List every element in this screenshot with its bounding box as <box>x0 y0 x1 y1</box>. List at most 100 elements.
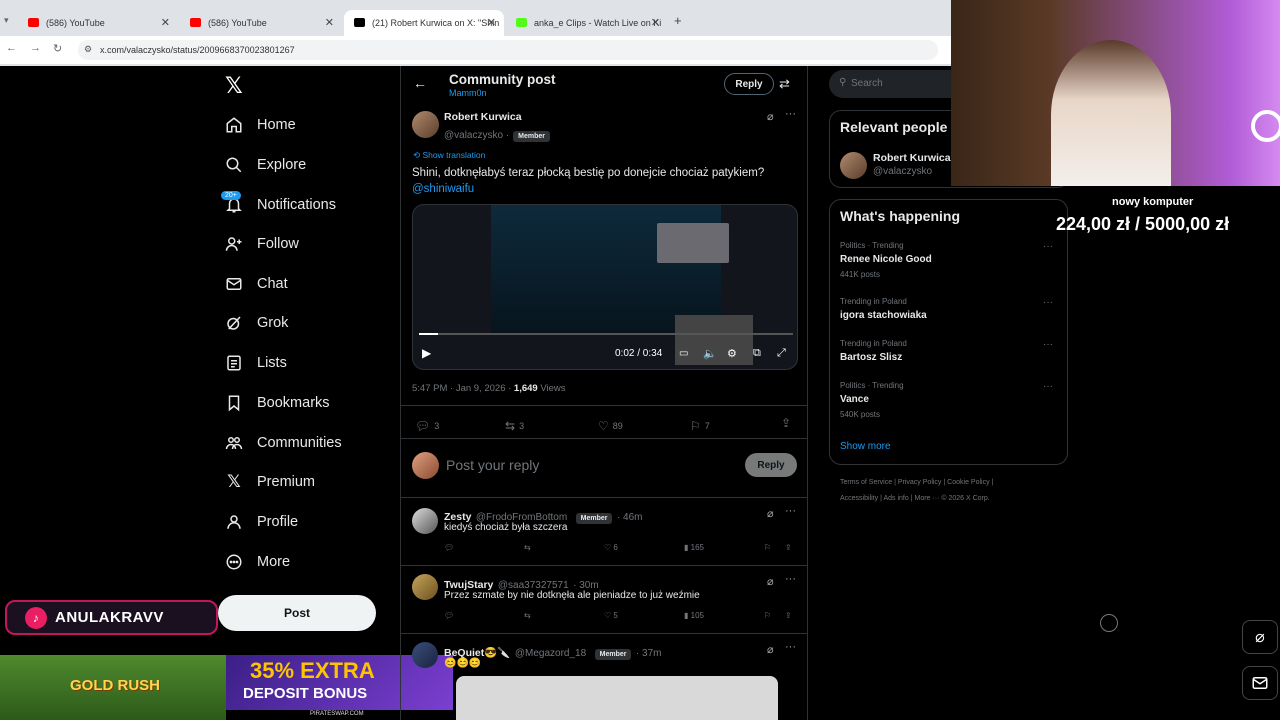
sidebar-item-premium[interactable]: 𝕏 Premium <box>224 467 315 497</box>
grok-icon[interactable]: ⌀ <box>767 643 774 656</box>
play-icon[interactable]: ▶ <box>422 346 431 360</box>
reply-image[interactable] <box>456 676 778 720</box>
like-action[interactable]: ♡ 6 <box>604 543 618 552</box>
post-button[interactable]: Post <box>218 595 376 631</box>
more-options-icon[interactable]: ··· <box>785 641 796 653</box>
ads-info-link[interactable]: Ads info <box>883 495 908 502</box>
community-name[interactable]: Mamm0n <box>449 88 487 98</box>
close-icon[interactable]: ✕ <box>651 16 660 29</box>
views-action[interactable]: ▮ 165 <box>684 543 704 552</box>
avatar[interactable] <box>412 111 439 138</box>
reply-time[interactable]: · 37m <box>636 648 662 659</box>
sidebar-item-follow[interactable]: Follow <box>224 229 299 259</box>
more-options-icon[interactable]: ··· <box>785 108 796 120</box>
sidebar-item-profile[interactable]: Profile <box>224 507 298 537</box>
sidebar-item-grok[interactable]: Grok <box>224 308 288 338</box>
bookmark-icon[interactable]: ⚐ <box>764 611 771 620</box>
reply-author-handle[interactable]: @Megazord_18 <box>515 648 586 659</box>
sidebar-item-home[interactable]: Home <box>224 110 296 140</box>
share-icon[interactable]: ⇪ <box>785 611 792 620</box>
tab-kick[interactable]: anka_e Clips - Watch Live on Ki ✕ <box>506 10 668 36</box>
avatar[interactable] <box>412 642 438 668</box>
avatar[interactable] <box>412 508 438 534</box>
share-icon[interactable]: ⇪ <box>781 416 791 430</box>
accessibility-link[interactable]: Accessibility <box>840 495 878 502</box>
sidebar-item-lists[interactable]: Lists <box>224 348 287 378</box>
tab-x-post[interactable]: (21) Robert Kurwica on X: "Shin ✕ <box>344 10 504 36</box>
close-icon[interactable]: ✕ <box>161 16 170 29</box>
more-options-icon[interactable]: ··· <box>785 505 796 517</box>
sidebar-item-communities[interactable]: Communities <box>224 428 342 458</box>
sidebar-item-explore[interactable]: Explore <box>224 150 306 180</box>
forward-icon[interactable]: → <box>30 42 41 54</box>
back-icon[interactable]: ← <box>6 42 17 54</box>
show-more-link[interactable]: Show more <box>840 441 891 452</box>
reply-time[interactable]: · 46m <box>617 512 643 523</box>
reply-input[interactable]: Post your reply <box>446 457 539 473</box>
privacy-link[interactable]: Privacy Policy <box>898 479 942 486</box>
sidebar-item-bookmarks[interactable]: Bookmarks <box>224 388 330 418</box>
close-icon[interactable]: ✕ <box>325 16 334 29</box>
x-logo-icon[interactable]: 𝕏 <box>225 74 243 99</box>
back-arrow-icon[interactable]: ← <box>413 75 427 91</box>
post-timestamp[interactable]: 5:47 PM · Jan 9, 2026 · <box>412 383 511 394</box>
url-input[interactable]: ⚙ x.com/valaczysko/status/20096683700238… <box>78 40 938 60</box>
repost-action[interactable]: ⇆ 3 <box>505 419 524 433</box>
more-options-icon[interactable]: ··· <box>1043 381 1053 392</box>
bookmark-action[interactable]: ⚐ 7 <box>690 419 710 433</box>
relevant-person[interactable]: Robert Kurwica @valaczysko <box>873 152 951 177</box>
views-action[interactable]: ▮ 105 <box>684 611 704 620</box>
avatar[interactable] <box>412 574 438 600</box>
reply-item[interactable]: BeQuiet😎🔪 @Megazord_18 Member · 37m ⌀ ··… <box>401 634 807 720</box>
reply-icon[interactable]: 💬︎ <box>444 543 454 552</box>
author-name[interactable]: Robert Kurwica <box>444 111 550 123</box>
new-tab-icon[interactable]: + <box>674 13 682 28</box>
tab-youtube-1[interactable]: (586) YouTube ✕ <box>18 10 178 36</box>
sidebar-item-more[interactable]: More <box>224 547 290 577</box>
tab-list-icon[interactable]: ▾ <box>4 15 9 26</box>
more-options-icon[interactable]: ··· <box>1043 339 1053 350</box>
more-options-icon[interactable]: ··· <box>785 573 796 585</box>
volume-icon[interactable]: 🔈 <box>703 347 717 360</box>
terms-link[interactable]: Terms of Service <box>840 479 892 486</box>
repost-icon[interactable]: ⇆ <box>524 543 531 552</box>
reply-action[interactable]: 💬︎ 3 <box>415 419 439 433</box>
avatar[interactable] <box>840 152 867 179</box>
pip-icon[interactable]: ⧉ <box>753 347 761 360</box>
reply-pill-button[interactable]: Reply <box>724 73 774 95</box>
sidebar-item-chat[interactable]: Chat <box>224 269 288 299</box>
messages-fab[interactable] <box>1242 666 1278 700</box>
footer-more-link[interactable]: More ··· <box>915 495 940 502</box>
cookie-link[interactable]: Cookie Policy <box>947 479 989 486</box>
author-handle[interactable]: @valaczysko <box>444 130 503 141</box>
filter-icon[interactable]: ⇄ <box>779 76 790 92</box>
like-action[interactable]: ♡ 5 <box>604 611 618 620</box>
fullscreen-icon[interactable]: ⤢ <box>777 347 786 360</box>
mention-link[interactable]: @shiniwaifu <box>412 183 474 195</box>
reply-item[interactable]: Zesty @FrodoFromBottom Member · 46m ⌀ ··… <box>401 498 807 565</box>
video-progress-bar[interactable] <box>419 333 793 335</box>
share-icon[interactable]: ⇪ <box>785 543 792 552</box>
grok-icon[interactable]: ⌀ <box>767 110 774 123</box>
reload-icon[interactable]: ↻ <box>53 42 62 55</box>
sidebar-item-notifications[interactable]: 20+ Notifications <box>221 190 336 220</box>
close-icon[interactable]: ✕ <box>487 16 496 29</box>
reply-icon[interactable]: 💬︎ <box>444 611 454 620</box>
captions-icon[interactable]: ▭ <box>679 348 688 359</box>
reply-button[interactable]: Reply <box>745 453 797 477</box>
grok-fab[interactable]: ⌀ <box>1242 620 1278 654</box>
like-action[interactable]: ♡ 89 <box>598 419 623 433</box>
grok-icon[interactable]: ⌀ <box>767 507 774 520</box>
reply-item[interactable]: TwujStary @saa37327571 · 30m ⌀ ··· Przez… <box>401 566 807 633</box>
settings-icon[interactable]: ⚙ <box>727 347 737 360</box>
show-translation-link[interactable]: ⟲ Show translation <box>413 150 485 161</box>
video-player[interactable]: ▶ 0:02 / 0:34 ▭ 🔈 ⚙ ⧉ ⤢ <box>412 204 798 370</box>
more-options-icon[interactable]: ··· <box>1043 241 1053 252</box>
repost-icon[interactable]: ⇆ <box>524 611 531 620</box>
tab-youtube-2[interactable]: (586) YouTube ✕ <box>180 10 342 36</box>
gold-rush-ad[interactable]: GOLD RUSH <box>0 655 226 720</box>
more-options-icon[interactable]: ··· <box>1043 297 1053 308</box>
site-info-icon[interactable]: ⚙ <box>84 44 92 55</box>
search-input[interactable]: ⚲ Search <box>829 70 969 98</box>
grok-icon[interactable]: ⌀ <box>767 575 774 588</box>
